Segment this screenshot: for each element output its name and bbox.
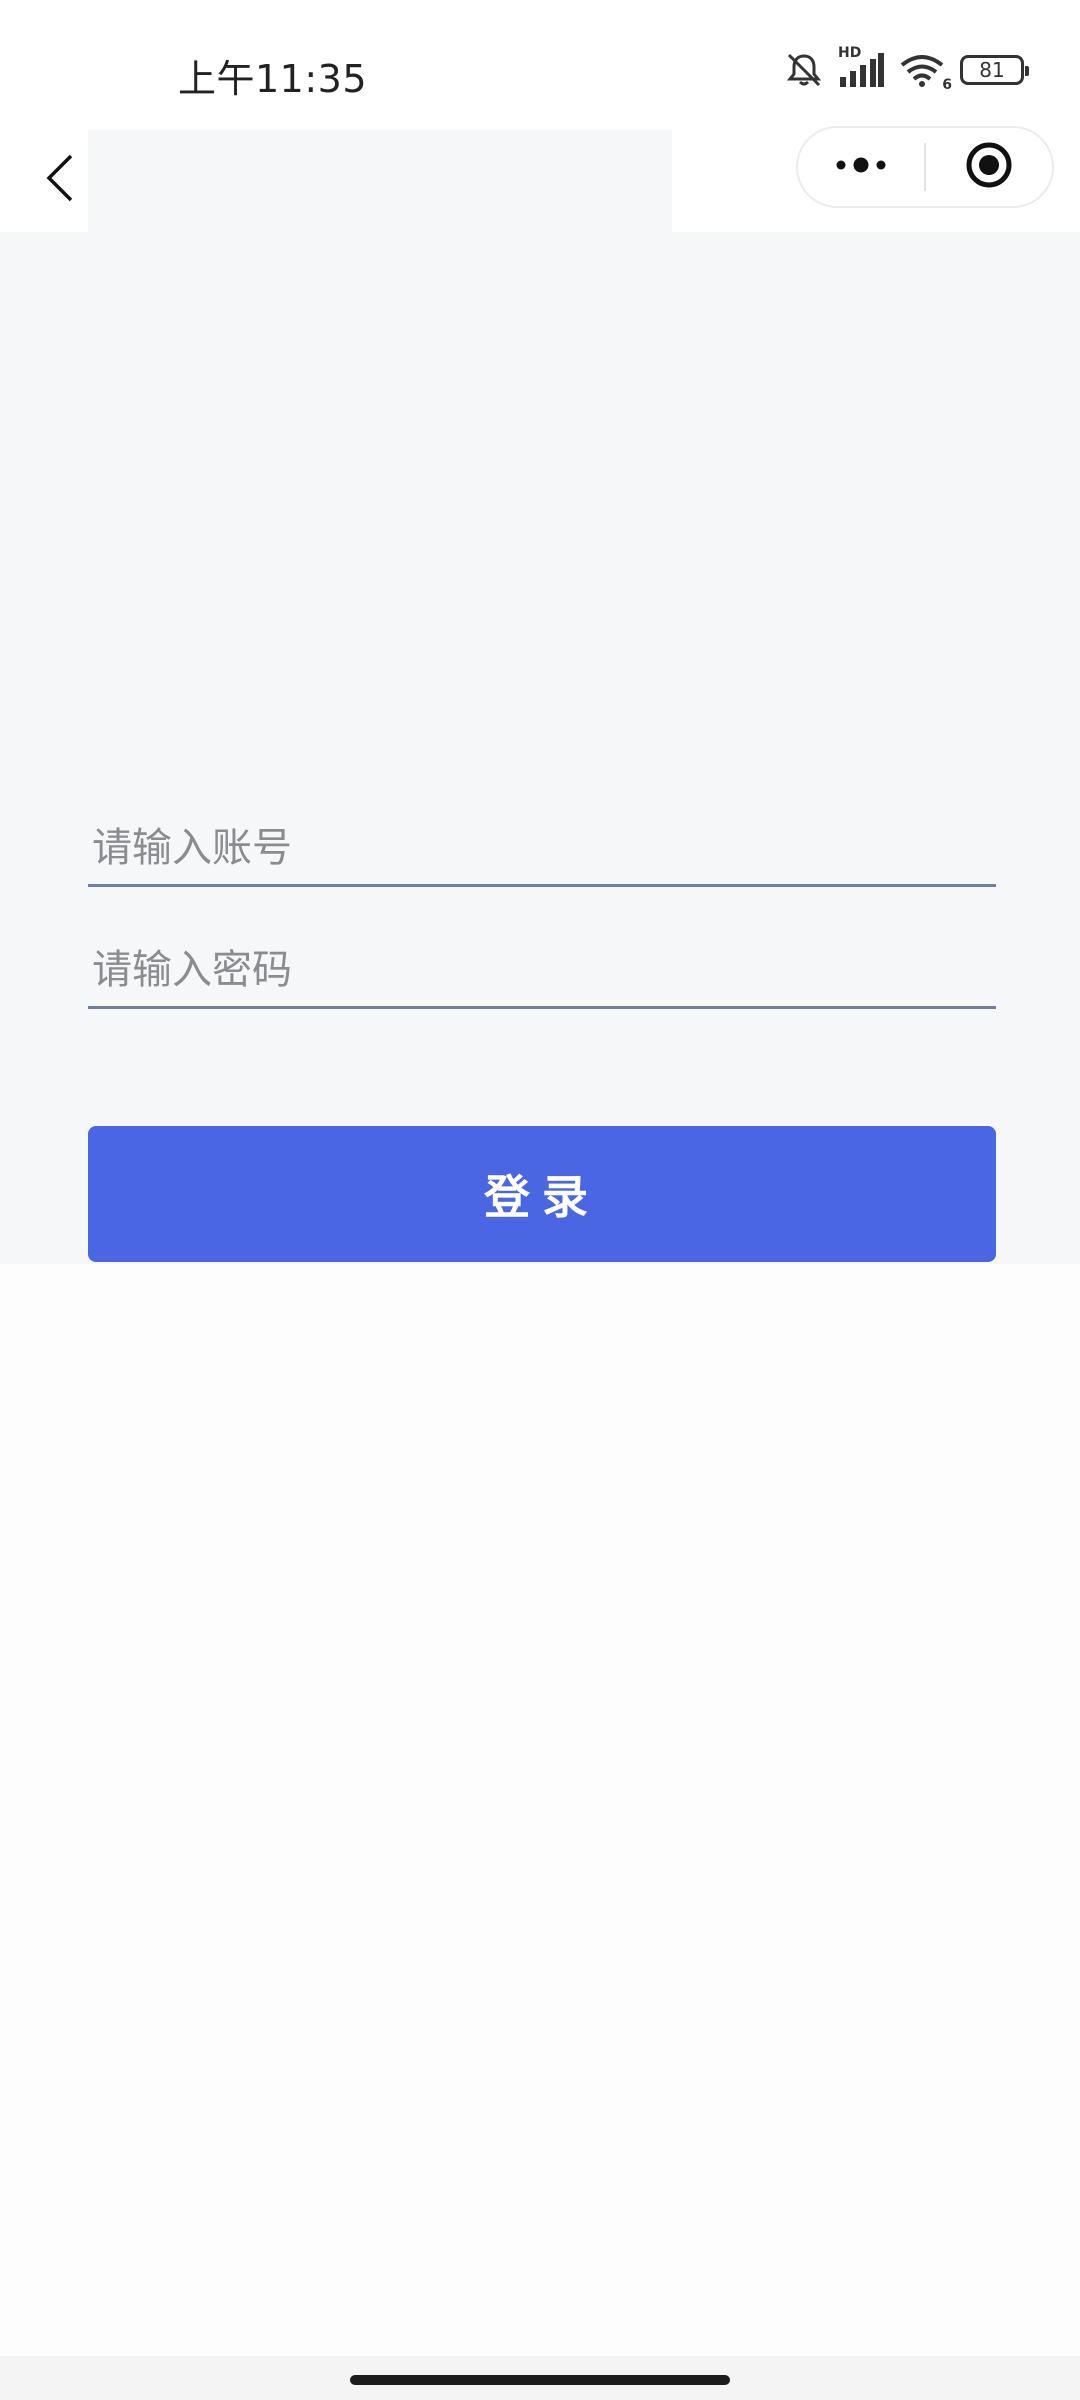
status-time: 上午11:35 <box>178 57 368 101</box>
battery-level: 81 <box>979 58 1005 82</box>
status-bar: 上午11:35 HD 6 81 <box>0 0 1080 130</box>
close-button[interactable] <box>926 128 1052 206</box>
wifi-gen-label: 6 <box>942 77 952 93</box>
account-input[interactable] <box>88 812 996 884</box>
password-input[interactable] <box>88 934 996 1006</box>
wifi-icon: 6 <box>898 53 952 93</box>
signal-hd-label: HD <box>838 45 862 61</box>
battery-icon: 81 <box>960 55 1029 85</box>
back-button[interactable] <box>30 140 90 220</box>
password-field <box>88 934 996 1009</box>
mute-bell-icon <box>784 52 824 88</box>
chevron-left-icon <box>45 153 75 207</box>
nav-title-area <box>88 130 672 232</box>
login-content: 登录 <box>0 232 1080 1264</box>
signal-icon: HD <box>838 45 884 87</box>
mini-program-capsule <box>796 126 1054 208</box>
status-icons: HD 6 81 <box>784 45 1029 93</box>
home-indicator[interactable] <box>350 2375 730 2385</box>
target-circle-icon <box>964 140 1014 194</box>
gesture-bar-area <box>0 2356 1080 2400</box>
more-dots-icon <box>833 155 889 179</box>
navigation-bar <box>0 126 1080 232</box>
account-field <box>88 812 996 887</box>
more-button[interactable] <box>798 128 924 206</box>
login-button[interactable]: 登录 <box>88 1126 996 1262</box>
